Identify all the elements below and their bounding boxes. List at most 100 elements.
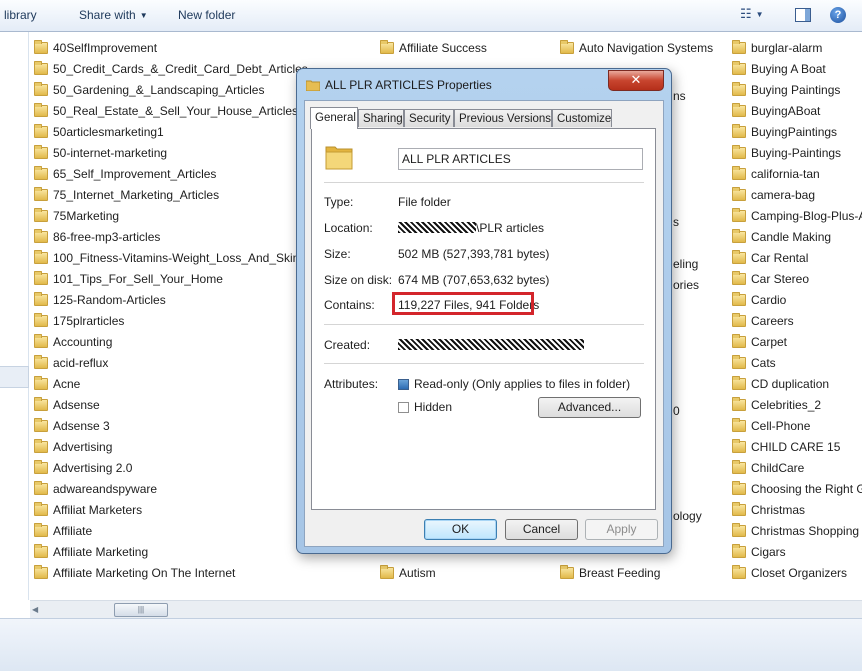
- folder-item[interactable]: Cats: [732, 353, 862, 374]
- navigation-pane[interactable]: [0, 32, 29, 600]
- folder-item-label: Closet Organizers: [751, 566, 848, 580]
- ok-button[interactable]: OK: [424, 519, 497, 540]
- folder-item[interactable]: 86-free-mp3-articles: [34, 227, 332, 248]
- folder-item[interactable]: 50_Real_Estate_&_Sell_Your_House_Article…: [34, 101, 332, 122]
- scroll-left-icon[interactable]: ◀: [32, 605, 38, 614]
- folder-item[interactable]: camera-bag: [732, 185, 862, 206]
- folder-item-label: acid-reflux: [53, 356, 109, 370]
- location-label: Location:: [324, 221, 373, 235]
- folder-item-label: 65_Self_Improvement_Articles: [53, 167, 217, 181]
- folder-item[interactable]: Buying Paintings: [732, 80, 862, 101]
- folder-item-label: 40SelfImprovement: [53, 41, 158, 55]
- tab-security[interactable]: Security: [404, 109, 454, 127]
- folder-item[interactable]: Buying A Boat: [732, 59, 862, 80]
- folder-item[interactable]: 100_Fitness-Vitamins-Weight_Loss_And_Ski…: [34, 248, 332, 269]
- folder-item[interactable]: 75Marketing: [34, 206, 332, 227]
- apply-button[interactable]: Apply: [585, 519, 658, 540]
- tab-sharing[interactable]: Sharing: [358, 109, 404, 127]
- folder-item[interactable]: Cell-Phone: [732, 416, 862, 437]
- folder-item-label: CHILD CARE 15: [751, 440, 841, 454]
- folder-item[interactable]: 65_Self_Improvement_Articles: [34, 164, 332, 185]
- folder-icon: [560, 565, 574, 579]
- nav-selected-item[interactable]: [0, 366, 29, 388]
- folder-icon: [732, 208, 746, 222]
- share-with-button[interactable]: Share with ▼: [79, 8, 148, 22]
- folder-item[interactable]: Affiliate: [34, 521, 332, 542]
- advanced-button[interactable]: Advanced...: [538, 397, 641, 418]
- folder-item[interactable]: CD duplication: [732, 374, 862, 395]
- folder-item[interactable]: Candle Making: [732, 227, 862, 248]
- folder-item[interactable]: Buying-Paintings: [732, 143, 862, 164]
- folder-item[interactable]: Advertising: [34, 437, 332, 458]
- folder-item[interactable]: Affiliat Marketers: [34, 500, 332, 521]
- hidden-checkbox[interactable]: [398, 402, 409, 413]
- close-button[interactable]: ✕: [608, 70, 664, 91]
- folder-item[interactable]: Car Stereo: [732, 269, 862, 290]
- folder-item[interactable]: Breast Feeding: [560, 563, 713, 584]
- tab-previous-versions[interactable]: Previous Versions: [454, 109, 552, 127]
- folder-item[interactable]: 101_Tips_For_Sell_Your_Home: [34, 269, 332, 290]
- folder-item[interactable]: Camping-Blog-Plus-Articles: [732, 206, 862, 227]
- folder-item[interactable]: ChildCare: [732, 458, 862, 479]
- folder-item-label: 50_Credit_Cards_&_Credit_Card_Debt_Artic…: [53, 62, 308, 76]
- view-options-button[interactable]: ☷ ▼: [740, 6, 764, 24]
- horizontal-scrollbar[interactable]: ◀ |||: [30, 600, 862, 618]
- folder-item[interactable]: Adsense: [34, 395, 332, 416]
- created-value: [398, 338, 584, 352]
- tab-customize[interactable]: Customize: [552, 109, 612, 127]
- folder-item[interactable]: Advertising 2.0: [34, 458, 332, 479]
- folder-item[interactable]: 125-Random-Articles: [34, 290, 332, 311]
- folder-item[interactable]: Acne: [34, 374, 332, 395]
- folder-name-input[interactable]: ALL PLR ARTICLES: [398, 148, 643, 170]
- folder-item[interactable]: Affiliate Marketing On The Internet: [34, 563, 332, 584]
- library-menu[interactable]: library: [4, 8, 37, 22]
- cancel-button[interactable]: Cancel: [505, 519, 578, 540]
- help-icon[interactable]: ?: [830, 7, 846, 23]
- folder-item[interactable]: Affiliate Marketing: [34, 542, 332, 563]
- folder-item[interactable]: Closet Organizers: [732, 563, 862, 584]
- tab-general[interactable]: General: [310, 107, 358, 129]
- folder-item-label: BuyingPaintings: [751, 125, 838, 139]
- folder-item[interactable]: CHILD CARE 15: [732, 437, 862, 458]
- folder-item[interactable]: 50-internet-marketing: [34, 143, 332, 164]
- folder-item[interactable]: Choosing the Right Gift: [732, 479, 862, 500]
- folder-item[interactable]: Cigars: [732, 542, 862, 563]
- folder-item[interactable]: Christmas Shopping: [732, 521, 862, 542]
- folder-item[interactable]: burglar-alarm: [732, 38, 862, 59]
- folder-icon: [732, 544, 746, 558]
- folder-item[interactable]: 40SelfImprovement: [34, 38, 332, 59]
- folder-item[interactable]: Autism: [380, 563, 487, 584]
- folder-item[interactable]: 50_Gardening_&_Landscaping_Articles: [34, 80, 332, 101]
- folder-item[interactable]: 50_Credit_Cards_&_Credit_Card_Debt_Artic…: [34, 59, 332, 80]
- folder-item[interactable]: Carpet: [732, 332, 862, 353]
- folder-icon: [732, 61, 746, 75]
- folder-item[interactable]: california-tan: [732, 164, 862, 185]
- folder-item[interactable]: Careers: [732, 311, 862, 332]
- library-label: library: [4, 8, 37, 22]
- folder-item[interactable]: Affiliate Success: [380, 38, 487, 59]
- folder-item[interactable]: 50articlesmarketing1: [34, 122, 332, 143]
- preview-pane-icon[interactable]: [795, 8, 811, 22]
- location-suffix: \PLR articles: [476, 221, 545, 235]
- new-folder-button[interactable]: New folder: [178, 8, 235, 22]
- folder-item[interactable]: acid-reflux: [34, 353, 332, 374]
- folder-item[interactable]: Christmas: [732, 500, 862, 521]
- folder-item[interactable]: Accounting: [34, 332, 332, 353]
- readonly-checkbox[interactable]: [398, 379, 409, 390]
- partial-folder-label: ology: [673, 509, 702, 523]
- folder-item-label: 101_Tips_For_Sell_Your_Home: [53, 272, 223, 286]
- folder-icon: [560, 40, 574, 54]
- folder-icon: [732, 313, 746, 327]
- folder-item[interactable]: Car Rental: [732, 248, 862, 269]
- folder-item[interactable]: 75_Internet_Marketing_Articles: [34, 185, 332, 206]
- folder-item[interactable]: Auto Navigation Systems: [560, 38, 713, 59]
- folder-item[interactable]: adwareandspyware: [34, 479, 332, 500]
- folder-item[interactable]: BuyingPaintings: [732, 122, 862, 143]
- scrollbar-thumb[interactable]: |||: [114, 603, 168, 617]
- folder-item[interactable]: Cardio: [732, 290, 862, 311]
- folder-item[interactable]: Celebrities_2: [732, 395, 862, 416]
- folder-item[interactable]: Adsense 3: [34, 416, 332, 437]
- folder-item[interactable]: BuyingABoat: [732, 101, 862, 122]
- folder-item[interactable]: 175plrarticles: [34, 311, 332, 332]
- folder-icon: [732, 481, 746, 495]
